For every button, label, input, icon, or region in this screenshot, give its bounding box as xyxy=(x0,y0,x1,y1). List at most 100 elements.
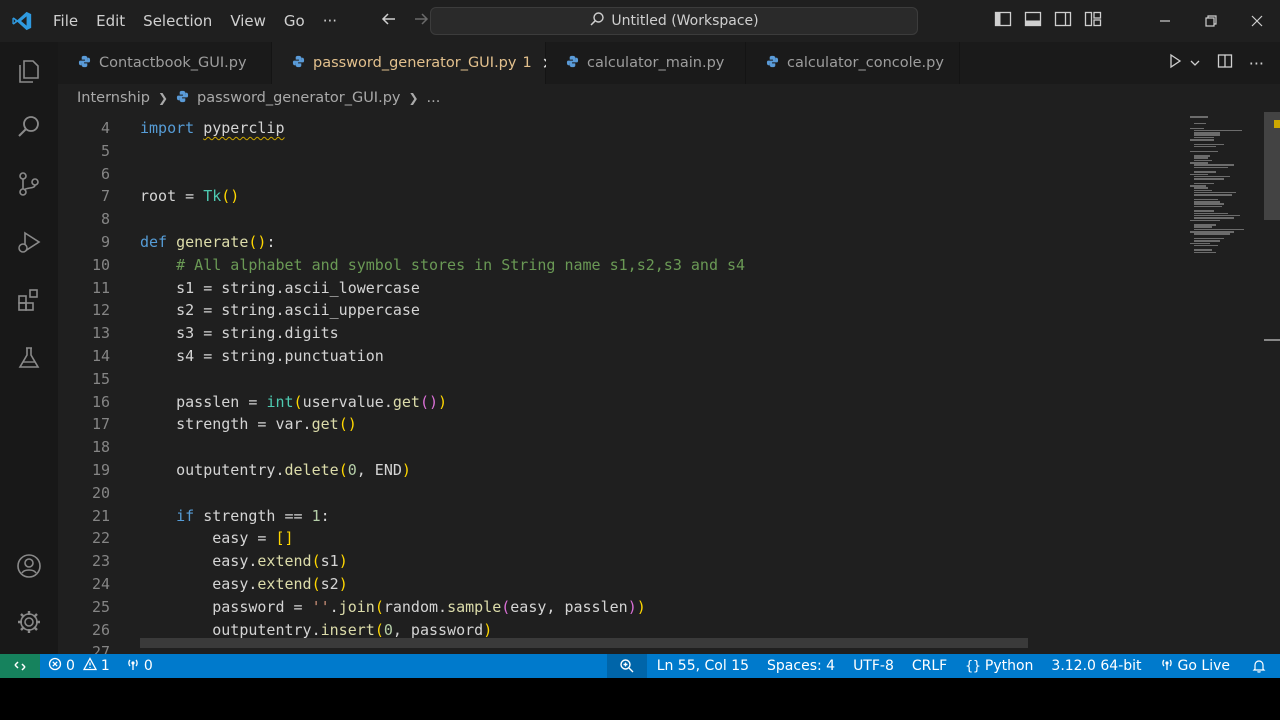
code-line[interactable]: s2 = string.ascii_uppercase xyxy=(140,299,745,322)
minimap-line xyxy=(1194,226,1212,228)
file-encoding[interactable]: UTF-8 xyxy=(843,654,902,678)
minimap-line xyxy=(1190,116,1208,118)
language-mode[interactable]: {} Python xyxy=(955,654,1041,678)
minimap-line xyxy=(1194,240,1220,242)
minimap-line xyxy=(1190,185,1206,187)
problems-indicator[interactable]: 0 1 xyxy=(40,654,118,678)
minimap-line xyxy=(1194,237,1224,240)
minimap-line xyxy=(1194,210,1214,212)
status-bar-right: Ln 55, Col 15 Spaces: 4 UTF-8 CRLF {} Py… xyxy=(606,654,1280,678)
code-line[interactable] xyxy=(140,140,745,163)
tab-password-generator[interactable]: password_generator_GUI.py 1 ✕ xyxy=(272,42,555,84)
code-line[interactable]: # All alphabet and symbol stores in Stri… xyxy=(140,254,745,277)
cursor-ruler-mark xyxy=(1264,339,1280,341)
code-line[interactable]: root = Tk() xyxy=(140,185,745,208)
minimap-line xyxy=(1194,157,1208,159)
line-number: 27 xyxy=(91,643,110,654)
more-actions-icon[interactable]: ··· xyxy=(1249,54,1264,73)
code-line[interactable]: passlen = int(uservalue.get()) xyxy=(140,391,745,414)
code-line[interactable]: s4 = string.punctuation xyxy=(140,345,745,368)
editor-actions: ··· xyxy=(1167,42,1264,84)
code-line[interactable] xyxy=(140,436,745,459)
toggle-panel-icon[interactable] xyxy=(1024,10,1042,32)
code-line[interactable]: import pyperclip xyxy=(140,117,745,140)
explorer-icon[interactable] xyxy=(0,47,58,95)
menu-file[interactable]: File xyxy=(44,0,87,42)
menu-edit[interactable]: Edit xyxy=(87,0,134,42)
code-editor[interactable]: 4 5 6 7 8 9 10 11 12 13 14 15 16 17 18 1… xyxy=(58,112,1186,654)
minimap-line xyxy=(1194,251,1216,254)
back-arrow-icon[interactable] xyxy=(380,10,398,32)
code-line[interactable]: outputentry.delete(0, END) xyxy=(140,459,745,482)
line-number: 15 xyxy=(91,369,110,388)
python-interpreter[interactable]: 3.12.0 64-bit xyxy=(1041,654,1149,678)
zoom-icon[interactable] xyxy=(606,654,647,678)
minimap-line xyxy=(1194,166,1228,169)
code-line[interactable]: def generate(): xyxy=(140,231,745,254)
navigation-arrows xyxy=(380,10,430,32)
run-debug-icon[interactable] xyxy=(0,218,58,266)
code-line[interactable]: strength = var.get() xyxy=(140,413,745,436)
go-live-button[interactable]: Go Live xyxy=(1150,654,1238,678)
command-center-search[interactable]: Untitled (Workspace) xyxy=(430,7,918,35)
menu-go[interactable]: Go xyxy=(275,0,314,42)
line-number: 4 xyxy=(100,119,110,137)
code-line[interactable]: s3 = string.digits xyxy=(140,322,745,345)
line-number: 19 xyxy=(91,460,110,479)
code-line[interactable]: easy.extend(s2) xyxy=(140,573,745,596)
code-line[interactable]: password = ''.join(random.sample(easy, p… xyxy=(140,596,745,619)
breadcrumb-folder[interactable]: Internship xyxy=(77,90,150,106)
minimize-button[interactable] xyxy=(1142,0,1188,42)
code-line[interactable] xyxy=(140,163,745,186)
minimap-line xyxy=(1194,122,1206,125)
ports-indicator[interactable]: 0 xyxy=(118,654,161,678)
line-number: 11 xyxy=(91,278,110,297)
horizontal-scrollbar[interactable] xyxy=(140,638,1028,648)
code-line[interactable] xyxy=(140,208,745,231)
minimap-line xyxy=(1194,143,1224,146)
source-control-icon[interactable] xyxy=(0,160,58,208)
chevron-down-icon[interactable] xyxy=(1189,54,1201,73)
toggle-primary-sidebar-icon[interactable] xyxy=(994,10,1012,32)
code-line[interactable]: easy = [] xyxy=(140,527,745,550)
testing-flask-icon[interactable] xyxy=(0,334,58,382)
broadcast-icon xyxy=(1160,657,1174,675)
code-line[interactable]: if strength == 1: xyxy=(140,505,745,528)
menu-more[interactable]: ··· xyxy=(314,0,346,42)
code-line[interactable]: s1 = string.ascii_lowercase xyxy=(140,277,745,300)
menu-view[interactable]: View xyxy=(221,0,275,42)
code-line[interactable] xyxy=(140,482,745,505)
line-number: 16 xyxy=(91,392,110,411)
tab-calculator-concole[interactable]: calculator_concole.py xyxy=(746,42,960,84)
split-editor-icon[interactable] xyxy=(1217,53,1233,73)
menu-selection[interactable]: Selection xyxy=(134,0,221,42)
notifications-bell-icon[interactable] xyxy=(1238,654,1280,678)
settings-gear-icon[interactable] xyxy=(0,598,58,646)
minimap-line xyxy=(1190,242,1210,244)
toggle-secondary-sidebar-icon[interactable] xyxy=(1054,10,1072,32)
tab-contactbook[interactable]: Contactbook_GUI.py xyxy=(58,42,272,84)
close-window-button[interactable] xyxy=(1234,0,1280,42)
search-sidebar-icon[interactable] xyxy=(0,103,58,151)
minimap-line xyxy=(1194,201,1220,203)
extensions-icon[interactable] xyxy=(0,276,58,324)
cursor-position[interactable]: Ln 55, Col 15 xyxy=(647,654,757,678)
accounts-icon[interactable] xyxy=(0,542,58,590)
indentation[interactable]: Spaces: 4 xyxy=(757,654,843,678)
code-line[interactable] xyxy=(140,368,745,391)
code-line[interactable]: easy.extend(s1) xyxy=(140,550,745,573)
code-lines[interactable]: import pyperclip root = Tk() def generat… xyxy=(140,117,745,654)
forward-arrow-icon[interactable] xyxy=(412,10,430,32)
customize-layout-icon[interactable] xyxy=(1084,10,1102,32)
tab-calculator-main[interactable]: calculator_main.py xyxy=(546,42,746,84)
end-of-line[interactable]: CRLF xyxy=(902,654,955,678)
run-python-file-icon[interactable] xyxy=(1167,53,1183,73)
restore-button[interactable] xyxy=(1188,0,1234,42)
python-file-icon xyxy=(566,55,579,72)
breadcrumb-file[interactable]: password_generator_GUI.py xyxy=(197,90,400,106)
vertical-scrollbar[interactable] xyxy=(1264,112,1280,220)
minimap-line xyxy=(1190,150,1218,152)
breadcrumb-more[interactable]: ... xyxy=(427,90,441,106)
python-file-icon xyxy=(176,90,189,107)
remote-indicator-icon[interactable] xyxy=(0,654,40,678)
